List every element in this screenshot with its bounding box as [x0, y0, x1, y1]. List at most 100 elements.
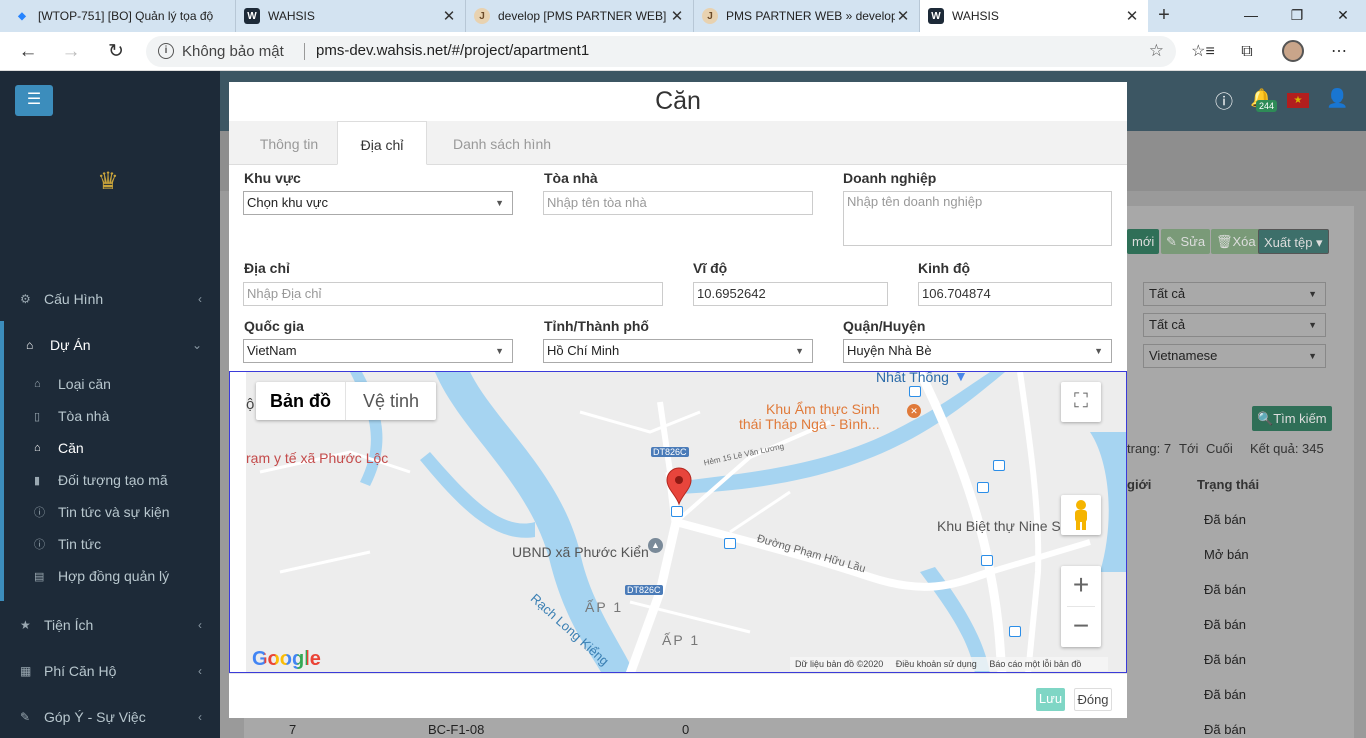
company-textarea[interactable]: Nhập tên doanh nghiệp — [843, 191, 1112, 246]
security-label: Không bảo mật — [182, 43, 284, 60]
url-bar[interactable]: i Không bảo mật pms-dev.wahsis.net/#/pro… — [146, 36, 1176, 67]
row-value: 0 — [682, 722, 690, 737]
sidebar-item-label: Phí Căn Hộ — [44, 663, 117, 679]
user-icon[interactable]: 👤 — [1326, 88, 1348, 109]
sidebar-item-feedback[interactable]: ✎ Góp Ý - Sự Việc ‹ — [0, 697, 220, 737]
sidebar-item-fees[interactable]: ▦ Phí Căn Hộ ‹ — [0, 651, 220, 691]
longitude-label: Kinh độ — [918, 260, 971, 276]
tab-info[interactable]: Thông tin — [239, 121, 339, 165]
browser-tab-active[interactable]: W WAHSIS ✕ — [920, 0, 1148, 32]
caret-down-icon: ▼ — [1308, 289, 1317, 299]
maximize-button[interactable]: ❐ — [1274, 0, 1320, 32]
tab-address[interactable]: Địa chỉ — [337, 121, 427, 165]
back-icon[interactable]: ← — [15, 39, 41, 65]
close-icon[interactable]: ✕ — [669, 7, 685, 25]
menu-toggle-button[interactable]: ☰ — [15, 85, 53, 116]
chevron-left-icon: ‹ — [198, 292, 202, 306]
info-circle-icon[interactable]: ⓘ — [1215, 88, 1233, 114]
longitude-input[interactable]: 106.704874 — [918, 282, 1112, 306]
sidebar-item-config[interactable]: ⚙ Cấu Hình ‹ — [0, 279, 220, 319]
zoom-out-button[interactable]: − — [1061, 607, 1101, 647]
street-view-button[interactable] — [1061, 495, 1101, 535]
save-button[interactable]: Lưu — [1036, 688, 1065, 711]
favorites-icon[interactable]: ☆≡ — [1190, 40, 1216, 64]
last-page-link[interactable]: Cuối — [1206, 441, 1233, 456]
browser-tab[interactable]: ◆ [WTOP-751] [BO] Quản lý tọa độ — [6, 0, 236, 32]
filter-select[interactable]: Tất cả ▼ — [1143, 313, 1326, 337]
window-close-button[interactable]: ✕ — [1320, 0, 1366, 32]
profile-avatar[interactable] — [1282, 40, 1304, 62]
map-pin-icon[interactable] — [666, 467, 692, 505]
latitude-input[interactable]: 10.6952642 — [693, 282, 888, 306]
sidebar-item-label: Cấu Hình — [44, 291, 104, 307]
row-index: 7 — [289, 722, 297, 737]
jenkins-icon: J — [474, 8, 490, 24]
map-label: Nhất Thống — [876, 371, 949, 385]
home-icon: ⌂ — [26, 338, 34, 352]
delete-button[interactable]: 🗑Xóa — [1211, 229, 1261, 254]
close-icon[interactable]: ✕ — [1124, 7, 1140, 25]
map-type-control: Bản đồ Vệ tinh — [256, 382, 436, 420]
tab-images[interactable]: Danh sách hình — [437, 121, 567, 165]
sidebar-subitem-contract[interactable]: ▤ Hợp đồng quản lý — [0, 560, 220, 592]
address-input[interactable]: Nhập Địa chỉ — [243, 282, 663, 306]
collections-icon[interactable]: ⧉ — [1234, 40, 1260, 64]
column-header-gender[interactable]: giới — [1127, 477, 1151, 492]
fullscreen-icon[interactable]: ⛶ — [1061, 382, 1101, 422]
filter-select[interactable]: Tất cả ▼ — [1143, 282, 1326, 306]
search-button[interactable]: 🔍Tìm kiếm — [1252, 406, 1332, 431]
bus-stop-icon — [981, 555, 993, 566]
sidebar-item-project[interactable]: ⌂ Dự Án ⌄ — [0, 325, 220, 365]
close-icon[interactable]: ✕ — [895, 7, 911, 25]
close-button[interactable]: Đóng — [1074, 688, 1112, 711]
edit-button-label: Sửa — [1180, 234, 1206, 249]
sidebar-item-utilities[interactable]: ★ Tiện Ích ‹ — [0, 605, 220, 645]
zoom-in-button[interactable]: + — [1061, 566, 1101, 606]
company-label: Doanh nghiệp — [843, 170, 937, 186]
reload-icon[interactable]: ↻ — [103, 39, 129, 65]
bus-stop-icon — [671, 506, 683, 517]
area-select[interactable]: Chọn khu vực ▼ — [243, 191, 513, 215]
browser-tab[interactable]: W WAHSIS ✕ — [236, 0, 466, 32]
map[interactable]: ộ Nhất Thống Khu Ẩm thực Sinh thái Tháp … — [229, 371, 1127, 673]
gear-icon: ⚙ — [20, 292, 31, 306]
map-label: rạm y tế xã Phước Lộc — [246, 450, 389, 466]
column-header-status[interactable]: Trạng thái — [1197, 477, 1259, 492]
sidebar-subitem-building[interactable]: ▯ Tòa nhà — [0, 400, 220, 432]
address-bar: ← → ↻ i Không bảo mật pms-dev.wahsis.net… — [0, 32, 1366, 71]
road-shield: DT826C — [651, 447, 689, 457]
export-button[interactable]: Xuất tệp ▾ — [1258, 229, 1329, 254]
new-tab-button[interactable]: + — [1152, 4, 1176, 28]
edit-button[interactable]: ✎ Sửa — [1161, 229, 1211, 254]
sidebar-subitem-code-object[interactable]: ▮ Đối tượng tạo mã — [0, 464, 220, 496]
minimize-button[interactable]: — — [1228, 0, 1274, 32]
sidebar-subitem-news[interactable]: ⓘ Tin tức — [0, 528, 220, 560]
browser-tab[interactable]: J develop [PMS PARTNER WEB] ✕ — [466, 0, 694, 32]
browser-tab[interactable]: J PMS PARTNER WEB » develop ✕ — [694, 0, 920, 32]
building-input[interactable]: Nhập tên tòa nhà — [543, 191, 813, 215]
status-cell: Đã bán — [1204, 687, 1246, 702]
government-icon: ▲ — [648, 538, 663, 553]
sidebar-subitem-news-events[interactable]: ⓘ Tin tức và sự kiện — [0, 496, 220, 528]
map-type-satellite-button[interactable]: Vệ tinh — [346, 382, 436, 420]
url-text[interactable]: pms-dev.wahsis.net/#/project/apartment1 — [316, 42, 589, 59]
bus-stop-icon — [1009, 626, 1021, 637]
vietnam-flag-icon[interactable]: ★ — [1287, 93, 1309, 108]
map-terms-link[interactable]: Điều khoản sử dụng — [896, 659, 977, 669]
sidebar-subitem-unit[interactable]: ⌂ Căn — [0, 432, 220, 464]
export-button-label: Xuất tệp — [1264, 235, 1313, 250]
district-select[interactable]: Huyện Nhà Bè ▼ — [843, 339, 1112, 363]
filter-select[interactable]: Vietnamese ▼ — [1143, 344, 1326, 368]
sidebar-subitem-unit-type[interactable]: ⌂ Loại căn — [0, 368, 220, 400]
next-page-link[interactable]: Tới — [1179, 441, 1198, 456]
forward-icon[interactable]: → — [58, 39, 84, 65]
country-select[interactable]: VietNam ▼ — [243, 339, 513, 363]
info-icon[interactable]: i — [158, 43, 174, 59]
map-type-roadmap-button[interactable]: Bản đồ — [256, 382, 346, 420]
province-select[interactable]: Hồ Chí Minh ▼ — [543, 339, 813, 363]
close-icon[interactable]: ✕ — [441, 7, 457, 25]
more-icon[interactable]: ⋯ — [1326, 40, 1352, 64]
map-report-link[interactable]: Báo cáo một lỗi bản đồ — [989, 659, 1081, 669]
bookmark-star-icon[interactable]: ☆ — [1149, 41, 1164, 61]
new-button[interactable]: mới — [1127, 229, 1160, 254]
